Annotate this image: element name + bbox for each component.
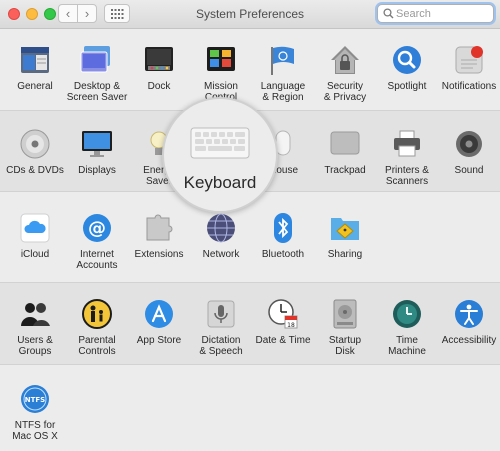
pref-dictation-speech[interactable]: Dictation & Speech <box>187 297 255 357</box>
pref-desktop-screen-saver[interactable]: Desktop & Screen Saver <box>63 43 131 103</box>
house-lock-icon <box>328 43 362 77</box>
pref-ntfs-for-mac[interactable]: NTFS NTFS for Mac OS X <box>1 382 69 442</box>
pref-language-region[interactable]: Language & Region <box>249 43 317 103</box>
keyboard-icon <box>190 127 250 159</box>
keyboard-label: Keyboard <box>183 173 257 192</box>
svg-text:18: 18 <box>287 322 295 329</box>
pref-bluetooth[interactable]: Bluetooth <box>249 211 317 260</box>
search-field[interactable] <box>377 4 494 23</box>
users-icon <box>18 297 52 331</box>
spotlight-icon <box>390 43 424 77</box>
flag-icon <box>266 43 300 77</box>
search-input[interactable] <box>396 6 490 21</box>
accessibility-icon <box>452 297 486 331</box>
globe-icon <box>204 211 238 245</box>
printer-icon <box>390 127 424 161</box>
pref-accessibility[interactable]: Accessibility <box>435 297 500 346</box>
svg-text:@: @ <box>88 218 106 239</box>
desktop-icon <box>80 43 114 77</box>
pref-startup-disk[interactable]: Startup Disk <box>311 297 379 357</box>
ntfs-icon: NTFS <box>18 382 52 416</box>
title-bar: ‹ › System Preferences <box>0 0 500 29</box>
pref-extensions[interactable]: Extensions <box>125 211 193 260</box>
at-sign-icon: @ <box>80 211 114 245</box>
pref-printers-scanners[interactable]: Printers & Scanners <box>373 127 441 187</box>
clock-calendar-icon: 18 <box>266 297 300 331</box>
hard-disk-icon <box>328 297 362 331</box>
dock-icon <box>142 43 176 77</box>
icloud-icon <box>18 211 52 245</box>
puzzle-piece-icon <box>142 211 176 245</box>
pref-internet-accounts[interactable]: @ Internet Accounts <box>63 211 131 271</box>
cd-icon <box>18 127 52 161</box>
pref-date-time[interactable]: 18 Date & Time <box>249 297 317 346</box>
microphone-icon <box>204 297 238 331</box>
pref-network[interactable]: Network <box>187 211 255 260</box>
bluetooth-icon <box>266 211 300 245</box>
search-icon <box>383 8 394 19</box>
mission-control-icon <box>204 43 238 77</box>
notifications-icon <box>452 43 486 77</box>
pref-displays[interactable]: Displays <box>63 127 131 176</box>
pref-trackpad[interactable]: Trackpad <box>311 127 379 176</box>
pref-cds-dvds[interactable]: CDs & DVDs <box>1 127 69 176</box>
pref-time-machine[interactable]: Time Machine <box>373 297 441 357</box>
pref-icloud[interactable]: iCloud <box>1 211 69 260</box>
sharing-folder-icon <box>328 211 362 245</box>
monitor-icon <box>80 127 114 161</box>
pref-mission-control[interactable]: Mission Control <box>187 43 255 103</box>
speaker-icon <box>452 127 486 161</box>
pref-security-privacy[interactable]: Security & Privacy <box>311 43 379 103</box>
svg-text:NTFS: NTFS <box>25 396 45 404</box>
row-other <box>0 364 500 451</box>
pref-sound[interactable]: Sound <box>435 127 500 176</box>
pref-users-groups[interactable]: Users & Groups <box>1 297 69 357</box>
pref-notifications[interactable]: Notifications <box>435 43 500 92</box>
general-icon <box>18 43 52 77</box>
pref-app-store[interactable]: App Store <box>125 297 193 346</box>
pref-parental-controls[interactable]: Parental Controls <box>63 297 131 357</box>
pref-sharing[interactable]: Sharing <box>311 211 379 260</box>
parental-controls-icon <box>80 297 114 331</box>
pref-spotlight[interactable]: Spotlight <box>373 43 441 92</box>
app-store-icon <box>142 297 176 331</box>
time-machine-icon <box>390 297 424 331</box>
trackpad-icon <box>328 127 362 161</box>
pref-general[interactable]: General <box>1 43 69 92</box>
pref-keyboard[interactable]: Keyboard <box>162 97 278 213</box>
pref-dock[interactable]: Dock <box>125 43 193 92</box>
